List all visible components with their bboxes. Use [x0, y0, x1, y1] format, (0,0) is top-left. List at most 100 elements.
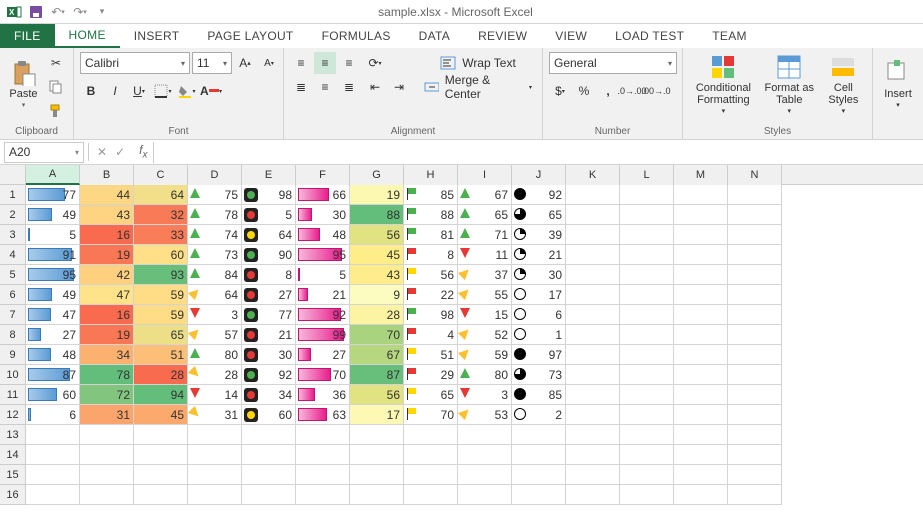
- cell[interactable]: [674, 345, 728, 365]
- cell[interactable]: [674, 445, 728, 465]
- cell[interactable]: 55: [458, 285, 512, 305]
- cell[interactable]: 78: [80, 365, 134, 385]
- cell[interactable]: [674, 405, 728, 425]
- tab-data[interactable]: DATA: [405, 24, 464, 48]
- cell[interactable]: 49: [26, 205, 80, 225]
- cell[interactable]: [728, 365, 782, 385]
- cell[interactable]: [620, 445, 674, 465]
- font-name-combo[interactable]: Calibri▾: [80, 52, 190, 74]
- column-header[interactable]: L: [620, 165, 674, 185]
- cell[interactable]: [620, 365, 674, 385]
- cell[interactable]: 64: [188, 285, 242, 305]
- cell[interactable]: [728, 305, 782, 325]
- row-header[interactable]: 1: [0, 185, 26, 205]
- cell[interactable]: 43: [80, 205, 134, 225]
- cell[interactable]: [350, 465, 404, 485]
- cell[interactable]: 85: [512, 385, 566, 405]
- redo-icon[interactable]: ↷ ▾: [70, 2, 90, 22]
- cell[interactable]: [728, 325, 782, 345]
- cell[interactable]: [512, 485, 566, 505]
- cell[interactable]: 30: [242, 345, 296, 365]
- cell[interactable]: [296, 445, 350, 465]
- cell[interactable]: [566, 205, 620, 225]
- cell[interactable]: 90: [242, 245, 296, 265]
- cell[interactable]: 3: [188, 305, 242, 325]
- cell[interactable]: 21: [242, 325, 296, 345]
- cell[interactable]: 19: [80, 325, 134, 345]
- cell[interactable]: 21: [296, 285, 350, 305]
- format-as-table-button[interactable]: Format as Table▾: [762, 52, 817, 118]
- cell[interactable]: 44: [80, 185, 134, 205]
- align-top-icon[interactable]: ≡: [290, 52, 312, 74]
- row-header[interactable]: 3: [0, 225, 26, 245]
- row-header[interactable]: 12: [0, 405, 26, 425]
- cell-styles-button[interactable]: Cell Styles▾: [821, 52, 866, 118]
- cell[interactable]: [620, 465, 674, 485]
- cell[interactable]: 29: [404, 365, 458, 385]
- cell[interactable]: 98: [242, 185, 296, 205]
- cell[interactable]: [620, 425, 674, 445]
- cell[interactable]: [728, 425, 782, 445]
- cell[interactable]: 80: [458, 365, 512, 385]
- cell[interactable]: 73: [512, 365, 566, 385]
- row-header[interactable]: 11: [0, 385, 26, 405]
- cell[interactable]: [620, 205, 674, 225]
- cell[interactable]: [404, 485, 458, 505]
- spreadsheet-grid[interactable]: ABCDEFGHIJKLMN 1774464759866198567922494…: [0, 165, 923, 505]
- cell[interactable]: 70: [350, 325, 404, 345]
- cell[interactable]: 48: [26, 345, 80, 365]
- merge-center-button[interactable]: Merge & Center ▾: [420, 76, 536, 98]
- cell[interactable]: 28: [134, 365, 188, 385]
- cell[interactable]: [350, 485, 404, 505]
- cell[interactable]: [26, 445, 80, 465]
- cell[interactable]: 60: [26, 385, 80, 405]
- cell[interactable]: 97: [512, 345, 566, 365]
- cell[interactable]: [566, 345, 620, 365]
- italic-button[interactable]: I: [104, 80, 126, 102]
- cell[interactable]: [728, 345, 782, 365]
- cell[interactable]: 67: [458, 185, 512, 205]
- cell[interactable]: 5: [296, 265, 350, 285]
- cell[interactable]: 30: [512, 265, 566, 285]
- cell[interactable]: [566, 185, 620, 205]
- cell[interactable]: 30: [296, 205, 350, 225]
- cell[interactable]: 70: [404, 405, 458, 425]
- row-header[interactable]: 4: [0, 245, 26, 265]
- cell[interactable]: [458, 425, 512, 445]
- cell[interactable]: [404, 445, 458, 465]
- cell[interactable]: [620, 405, 674, 425]
- cell[interactable]: 66: [296, 185, 350, 205]
- row-header[interactable]: 8: [0, 325, 26, 345]
- cell[interactable]: 6: [512, 305, 566, 325]
- cell[interactable]: 71: [458, 225, 512, 245]
- cell[interactable]: [188, 445, 242, 465]
- cell[interactable]: 49: [26, 285, 80, 305]
- cell[interactable]: [566, 305, 620, 325]
- cell[interactable]: 81: [404, 225, 458, 245]
- cell[interactable]: 91: [26, 245, 80, 265]
- cell[interactable]: 72: [80, 385, 134, 405]
- column-header[interactable]: D: [188, 165, 242, 185]
- column-header[interactable]: B: [80, 165, 134, 185]
- cell[interactable]: [296, 425, 350, 445]
- cell[interactable]: 16: [80, 305, 134, 325]
- column-header[interactable]: G: [350, 165, 404, 185]
- cell[interactable]: 33: [134, 225, 188, 245]
- cell[interactable]: 88: [404, 205, 458, 225]
- cell[interactable]: [674, 305, 728, 325]
- cell[interactable]: [350, 425, 404, 445]
- cell[interactable]: [242, 425, 296, 445]
- cell[interactable]: [350, 445, 404, 465]
- tab-page-layout[interactable]: PAGE LAYOUT: [193, 24, 307, 48]
- cell[interactable]: [404, 425, 458, 445]
- cell[interactable]: [620, 185, 674, 205]
- cell[interactable]: 56: [350, 385, 404, 405]
- cell[interactable]: 22: [404, 285, 458, 305]
- tab-load-test[interactable]: LOAD TEST: [601, 24, 698, 48]
- cell[interactable]: 98: [404, 305, 458, 325]
- cell[interactable]: 65: [134, 325, 188, 345]
- cell[interactable]: 19: [350, 185, 404, 205]
- cell[interactable]: [728, 485, 782, 505]
- align-right-icon[interactable]: ≣: [338, 76, 360, 98]
- cell[interactable]: 52: [458, 325, 512, 345]
